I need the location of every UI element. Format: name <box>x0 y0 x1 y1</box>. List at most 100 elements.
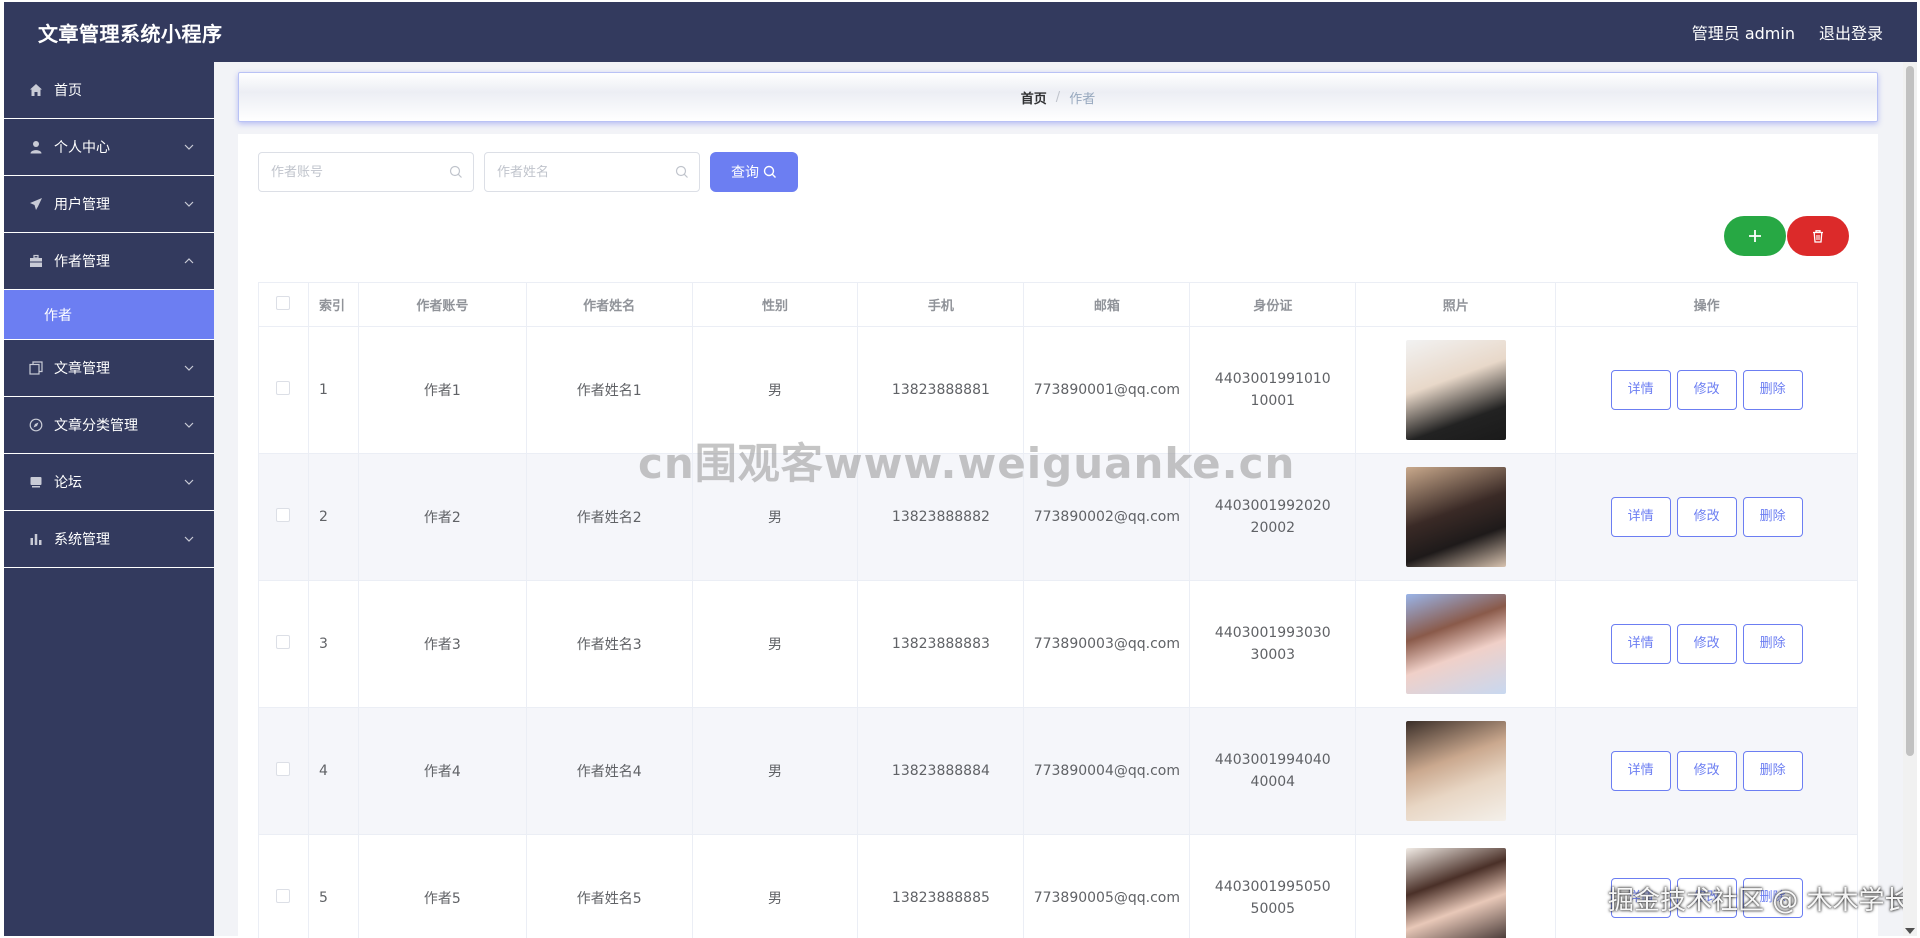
author-account-field[interactable] <box>258 152 474 192</box>
id-card-value: 440300199202020002 <box>1214 498 1331 536</box>
sidebar-item-label: 用户管理 <box>54 197 110 213</box>
sidebar: 首页 个人中心 用户管理 作者管理 作者 文章管理 文章分类管理 论坛 系统管理 <box>4 62 214 936</box>
query-button[interactable]: 查询 <box>710 152 798 192</box>
column-header: 照片 <box>1355 282 1557 327</box>
sidebar-item-label: 文章管理 <box>54 361 110 377</box>
photo-cell <box>1355 834 1557 938</box>
table-row: 5 作者5 作者姓名5 男 13823888885 773890005@qq.c… <box>258 834 1858 938</box>
author-photo[interactable] <box>1405 594 1506 694</box>
delete-button[interactable]: 删除 <box>1742 497 1803 537</box>
admin-label[interactable]: 管理员 admin <box>1692 20 1795 44</box>
author-name-field[interactable] <box>484 152 700 192</box>
phone-cell: 13823888885 <box>857 834 1025 938</box>
account-cell: 作者2 <box>357 453 527 581</box>
add-button[interactable] <box>1724 216 1786 256</box>
search-icon <box>675 165 688 178</box>
author-photo[interactable] <box>1405 467 1506 567</box>
batch-delete-button[interactable] <box>1787 216 1849 256</box>
id-card-cell: 440300199303030003 <box>1189 580 1357 708</box>
author-photo[interactable] <box>1405 848 1506 938</box>
detail-button[interactable]: 详情 <box>1610 751 1671 791</box>
trash-icon <box>1813 230 1823 243</box>
top-navbar: 文章管理系统小程序 管理员 admin 退出登录 <box>4 2 1917 62</box>
sidebar-subitem-author[interactable]: 作者 <box>4 290 214 340</box>
app-title: 文章管理系统小程序 <box>38 21 223 46</box>
main-area: 首页 / 作者 查询 <box>214 62 1917 938</box>
breadcrumb-current: 作者 <box>1069 91 1096 107</box>
sidebar-item-home[interactable]: 首页 <box>4 62 214 119</box>
phone-cell: 13823888883 <box>857 580 1025 708</box>
delete-button[interactable]: 删除 <box>1742 370 1803 410</box>
author-name-input[interactable] <box>497 164 667 180</box>
email-cell: 773890002@qq.com <box>1023 453 1191 581</box>
delete-button[interactable]: 删除 <box>1742 878 1803 918</box>
edit-button[interactable]: 修改 <box>1676 751 1737 791</box>
breadcrumb-home[interactable]: 首页 <box>1021 88 1047 107</box>
detail-button[interactable]: 详情 <box>1610 624 1671 664</box>
chevron-down-icon <box>184 144 194 150</box>
breadcrumb: 首页 / 作者 <box>238 72 1878 122</box>
gender-cell: 男 <box>691 707 859 835</box>
sidebar-item-article-categories[interactable]: 文章分类管理 <box>4 397 214 454</box>
compass-icon <box>28 417 44 433</box>
name-cell: 作者姓名5 <box>525 834 693 938</box>
index-cell: 4 <box>307 707 359 835</box>
table-row: 4 作者4 作者姓名4 男 13823888884 773890004@qq.c… <box>258 707 1858 835</box>
row-checkbox[interactable] <box>276 381 291 395</box>
row-checkbox[interactable] <box>276 762 291 776</box>
column-header: 作者账号 <box>357 282 527 327</box>
actions-cell: 详情 修改 删除 <box>1555 580 1858 708</box>
sidebar-item-articles[interactable]: 文章管理 <box>4 340 214 397</box>
scroll-down-arrow-icon[interactable] <box>1905 928 1915 934</box>
account-cell: 作者4 <box>357 707 527 835</box>
photo-cell <box>1355 707 1557 835</box>
photo-cell <box>1355 580 1557 708</box>
chevron-down-icon <box>184 536 194 542</box>
author-account-input[interactable] <box>271 164 441 180</box>
column-header: 索引 <box>307 282 359 327</box>
edit-button[interactable]: 修改 <box>1676 878 1737 918</box>
row-checkbox[interactable] <box>276 635 291 649</box>
column-header: 性别 <box>691 282 859 327</box>
photo-cell <box>1355 453 1557 581</box>
delete-button[interactable]: 删除 <box>1742 624 1803 664</box>
gender-cell: 男 <box>691 834 859 938</box>
edit-button[interactable]: 修改 <box>1676 497 1737 537</box>
sidebar-item-authors[interactable]: 作者管理 <box>4 233 214 290</box>
account-cell: 作者3 <box>357 580 527 708</box>
phone-cell: 13823888884 <box>857 707 1025 835</box>
scrollbar-thumb[interactable] <box>1906 66 1914 756</box>
sidebar-item-users[interactable]: 用户管理 <box>4 176 214 233</box>
sidebar-item-profile[interactable]: 个人中心 <box>4 119 214 176</box>
search-icon <box>763 165 776 178</box>
row-checkbox[interactable] <box>276 889 291 903</box>
select-all-checkbox[interactable] <box>276 295 291 310</box>
vertical-scrollbar[interactable] <box>1903 62 1917 936</box>
chevron-down-icon <box>184 422 194 428</box>
row-checkbox[interactable] <box>276 508 291 522</box>
paper-plane-icon <box>28 196 44 212</box>
detail-button[interactable]: 详情 <box>1610 497 1671 537</box>
bar-chart-icon <box>28 531 44 547</box>
detail-button[interactable]: 详情 <box>1610 878 1671 918</box>
sidebar-item-forum[interactable]: 论坛 <box>4 454 214 511</box>
author-photo[interactable] <box>1405 721 1506 821</box>
gender-cell: 男 <box>691 453 859 581</box>
edit-button[interactable]: 修改 <box>1676 624 1737 664</box>
id-card-cell: 440300199101010001 <box>1189 326 1357 454</box>
sidebar-item-label: 文章分类管理 <box>54 418 138 434</box>
column-header: 操作 <box>1555 282 1858 327</box>
sidebar-item-system[interactable]: 系统管理 <box>4 511 214 568</box>
id-card-value: 440300199101010001 <box>1214 371 1331 409</box>
row-select-cell <box>258 707 309 835</box>
detail-button[interactable]: 详情 <box>1610 370 1671 410</box>
index-cell: 1 <box>307 326 359 454</box>
index-cell: 5 <box>307 834 359 938</box>
table-row: 1 作者1 作者姓名1 男 13823888881 773890001@qq.c… <box>258 326 1858 454</box>
edit-button[interactable]: 修改 <box>1676 370 1737 410</box>
delete-button[interactable]: 删除 <box>1742 751 1803 791</box>
author-photo[interactable] <box>1405 340 1506 440</box>
row-select-cell <box>258 326 309 454</box>
logout-link[interactable]: 退出登录 <box>1819 20 1883 44</box>
actions-cell: 详情 修改 删除 <box>1555 453 1858 581</box>
